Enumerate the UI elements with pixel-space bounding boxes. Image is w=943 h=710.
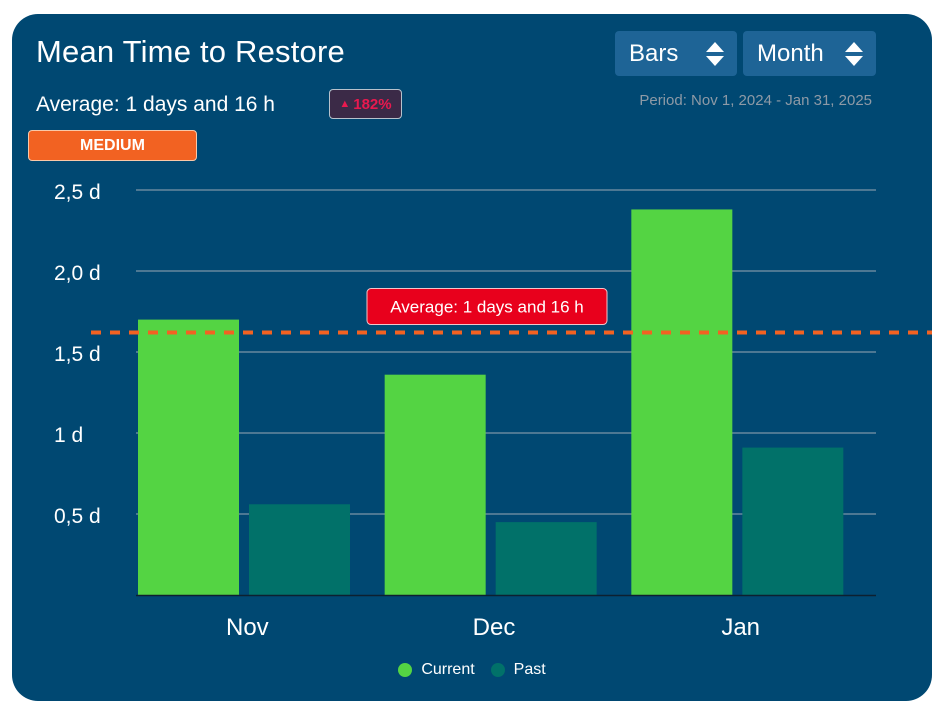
legend-dot-past xyxy=(490,663,505,677)
y-tick-label: 2,5 d xyxy=(54,181,101,204)
average-label: Average: 1 days and 16 h xyxy=(390,298,583,317)
bar-past-dec xyxy=(495,522,597,595)
x-tick-label: Jan xyxy=(721,614,760,641)
bar-chart: 0,5 d 1 d 1,5 d 2,0 d 2,5 d Nov Dec Jan Average:… xyxy=(54,181,932,641)
bar-current-nov xyxy=(138,319,239,595)
legend-item-current[interactable]: Current xyxy=(398,661,475,679)
bar-current-jan xyxy=(631,209,733,595)
y-tick-label: 2,0 d xyxy=(54,262,101,285)
x-tick-label: Nov xyxy=(226,614,269,641)
y-tick-label: 1,5 d xyxy=(54,343,101,366)
legend-label-current: Current xyxy=(421,661,475,678)
chart-legend: Current Past xyxy=(12,661,932,679)
y-tick-label: 0,5 d xyxy=(54,505,101,528)
legend-label-past: Past xyxy=(513,661,546,678)
legend-dot-current xyxy=(398,663,413,677)
bar-current-dec xyxy=(384,374,486,595)
y-tick-label: 1 d xyxy=(54,424,83,447)
bar-past-nov xyxy=(249,504,350,595)
mttr-card: Mean Time to Restore Average: 1 days and… xyxy=(12,14,932,701)
bar-past-jan xyxy=(742,447,844,595)
x-tick-label: Dec xyxy=(473,614,516,641)
legend-item-past[interactable]: Past xyxy=(490,661,546,679)
